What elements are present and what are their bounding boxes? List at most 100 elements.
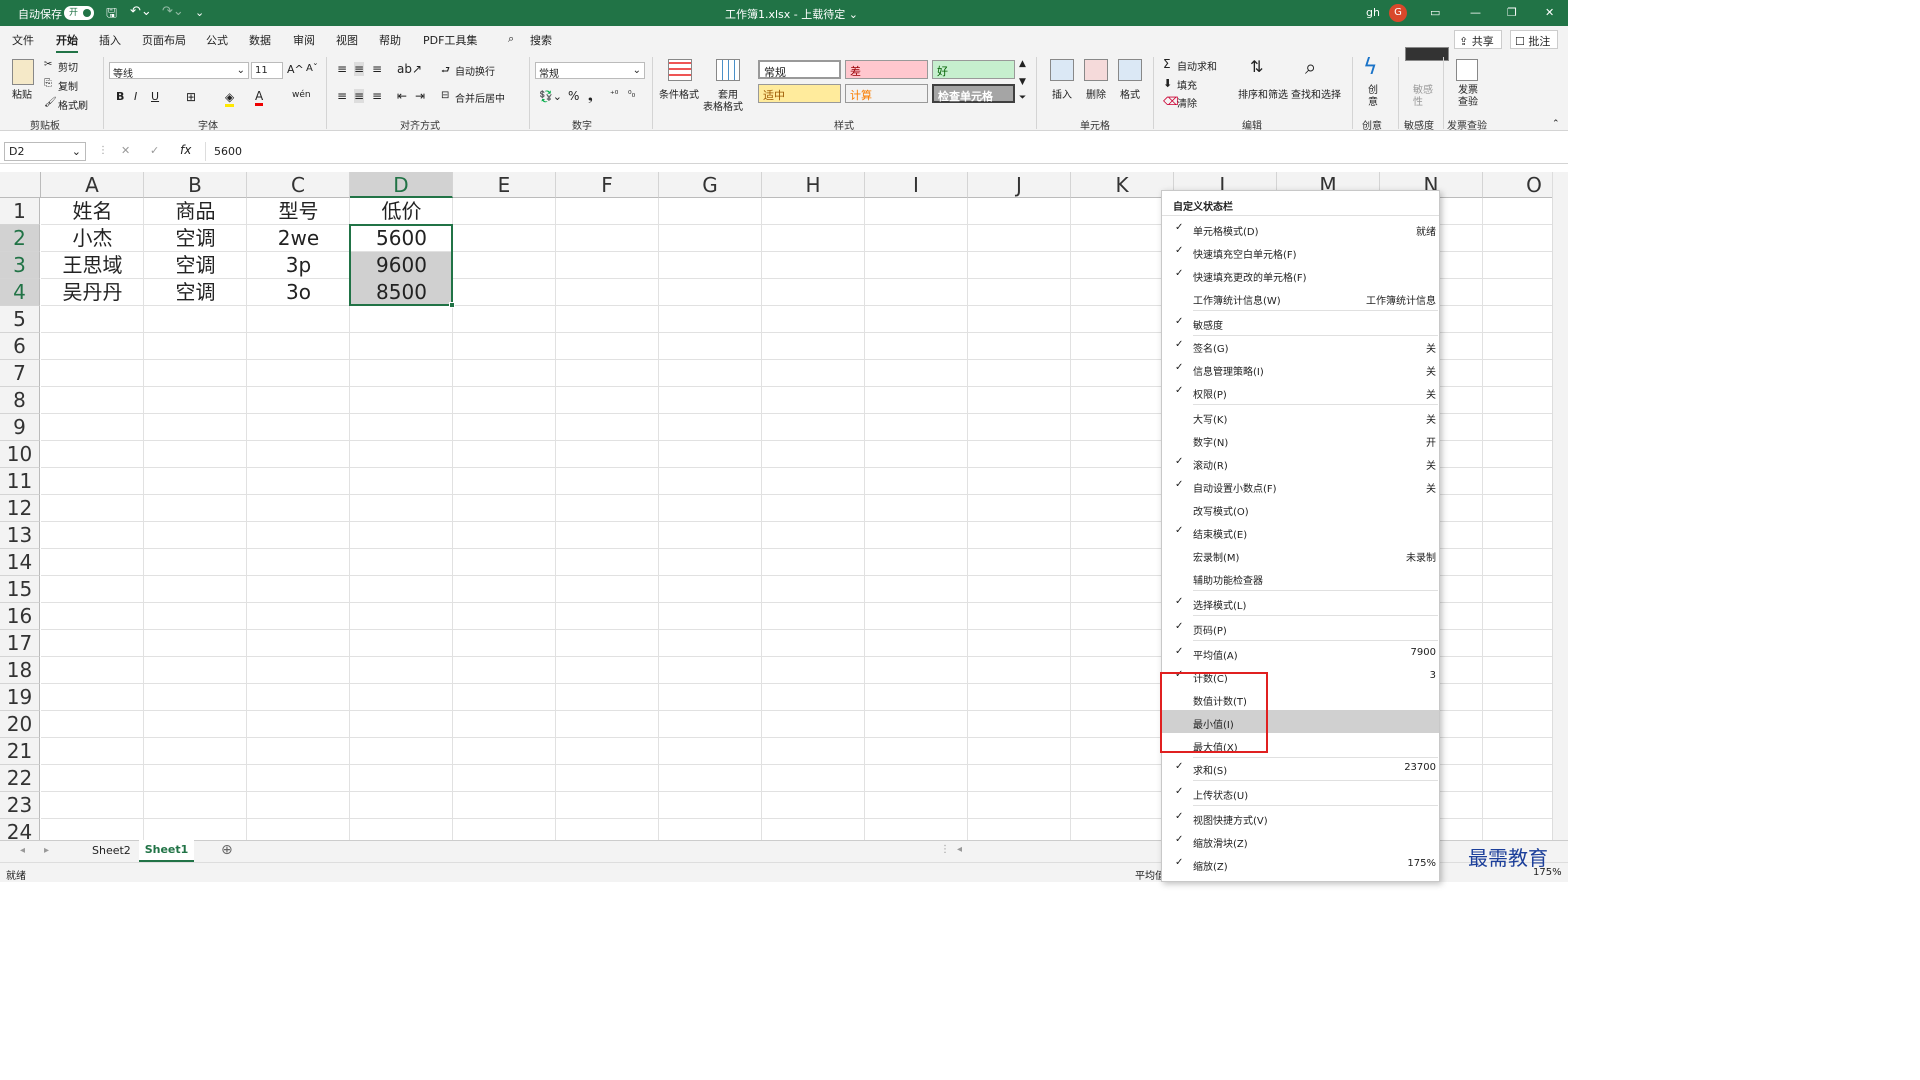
confirm-entry-icon[interactable]: ✓ — [150, 144, 159, 157]
menu-item-27[interactable]: ✓ 缩放滑块(Z) — [1162, 829, 1439, 852]
cell-b2[interactable]: 空调 — [144, 225, 247, 252]
tab-help[interactable]: 帮助 — [379, 32, 401, 48]
prev-sheet-icon[interactable]: ◂ — [20, 845, 25, 856]
user-name[interactable]: gh — [1366, 6, 1380, 19]
fill-button[interactable]: 填充 — [1177, 77, 1197, 92]
menu-item-28[interactable]: ✓ 缩放(Z) 175% — [1162, 852, 1439, 875]
split-handle-icon[interactable]: ⋮ — [940, 844, 950, 855]
formula-input[interactable]: 5600 — [205, 142, 1562, 161]
undo-icon[interactable]: ↶⌄ — [130, 4, 152, 19]
restore-icon[interactable]: ❐ — [1507, 6, 1517, 19]
row-header-9[interactable]: 9 — [0, 414, 40, 441]
increase-indent-icon[interactable]: ⇥ — [415, 89, 425, 103]
border-icon[interactable]: ⊞ — [186, 90, 196, 104]
underline-icon[interactable]: U — [151, 90, 159, 103]
delete-cells-button[interactable]: 删除 — [1086, 86, 1106, 101]
row-header-15[interactable]: 15 — [0, 576, 40, 603]
cell-b3[interactable]: 空调 — [144, 252, 247, 279]
row-header-21[interactable]: 21 — [0, 738, 40, 765]
cell-c3[interactable]: 3p — [247, 252, 350, 279]
row-header-8[interactable]: 8 — [0, 387, 40, 414]
font-color-icon[interactable]: A — [255, 89, 264, 106]
tab-pdf-tools[interactable]: PDF工具集 — [423, 32, 477, 48]
wrap-text-button[interactable]: 自动换行 — [455, 63, 495, 78]
currency-icon[interactable]: 💱⌄ — [539, 90, 562, 103]
cell-a3[interactable]: 王思域 — [41, 252, 144, 279]
align-center-icon[interactable]: ≡ — [354, 89, 365, 103]
cut-icon[interactable]: ✂ — [44, 59, 52, 70]
style-check-cell[interactable]: 检查单元格 — [932, 84, 1015, 103]
select-all-corner[interactable] — [0, 172, 41, 198]
invoice-check-icon[interactable] — [1456, 59, 1478, 81]
menu-item-10[interactable]: 数字(N) 开 — [1162, 428, 1439, 451]
menu-item-19[interactable]: ✓ 平均值(A) 7900 — [1162, 641, 1439, 664]
row-header-23[interactable]: 23 — [0, 792, 40, 819]
styles-scroll-down-icon[interactable]: ▼ — [1019, 77, 1026, 87]
tab-view[interactable]: 视图 — [336, 32, 358, 48]
row-header-22[interactable]: 22 — [0, 765, 40, 792]
align-top-icon[interactable]: ≡ — [337, 62, 347, 76]
merge-center-button[interactable]: 合并后居中 — [455, 90, 505, 105]
style-bad[interactable]: 差 — [845, 60, 928, 79]
autosum-button[interactable]: 自动求和 — [1177, 58, 1217, 73]
share-button[interactable]: ⇪ 共享 — [1454, 30, 1502, 49]
designer-button[interactable]: 创 意 — [1368, 85, 1378, 109]
menu-item-6[interactable]: ✓ 签名(G) 关 — [1162, 334, 1439, 357]
menu-item-25[interactable]: ✓ 上传状态(U) — [1162, 781, 1439, 804]
cell-c1[interactable]: 型号 — [247, 198, 350, 225]
format-as-table-icon[interactable] — [716, 59, 740, 81]
decrease-font-icon[interactable]: Aˇ — [306, 63, 318, 74]
cell-a2[interactable]: 小杰 — [41, 225, 144, 252]
sheet-tab-sheet1[interactable]: Sheet1 — [139, 840, 194, 862]
more-options-icon[interactable]: ⋮ — [98, 145, 108, 156]
menu-item-14[interactable]: ✓ 结束模式(E) — [1162, 520, 1439, 543]
menu-item-11[interactable]: ✓ 滚动(R) 关 — [1162, 451, 1439, 474]
autosum-icon[interactable]: Σ — [1163, 57, 1171, 71]
merge-center-icon[interactable]: ⊟ — [441, 90, 449, 101]
phonetic-icon[interactable]: wén — [292, 90, 311, 100]
column-header-g[interactable]: G — [659, 172, 762, 198]
cell-c2[interactable]: 2we — [247, 225, 350, 252]
format-painter-button[interactable]: 格式刷 — [58, 97, 88, 112]
bold-icon[interactable]: B — [116, 90, 124, 103]
cell-d1[interactable]: 低价 — [350, 198, 453, 225]
autosave-toggle[interactable]: 开 — [64, 6, 94, 20]
align-left-icon[interactable]: ≡ — [337, 89, 347, 103]
row-header-16[interactable]: 16 — [0, 603, 40, 630]
menu-item-16[interactable]: 辅助功能检查器 — [1162, 566, 1439, 589]
fill-color-icon[interactable]: ◈ — [225, 90, 235, 107]
sensitivity-button[interactable]: 敏感 性 — [1413, 85, 1433, 109]
tab-data[interactable]: 数据 — [249, 32, 271, 48]
cell-a1[interactable]: 姓名 — [41, 198, 144, 225]
cell-b4[interactable]: 空调 — [144, 279, 247, 306]
style-calculation[interactable]: 计算 — [845, 84, 928, 103]
comment-button[interactable]: ☐ 批注 — [1510, 30, 1558, 49]
tab-insert[interactable]: 插入 — [99, 32, 121, 48]
format-cells-button[interactable]: 格式 — [1120, 86, 1140, 101]
font-name-select[interactable]: 等线 ⌄ — [109, 62, 249, 79]
menu-item-17[interactable]: ✓ 选择模式(L) — [1162, 591, 1439, 614]
sort-filter-button[interactable]: 排序和筛选 — [1238, 86, 1288, 101]
insert-cells-button[interactable]: 插入 — [1052, 86, 1072, 101]
format-cells-icon[interactable] — [1118, 59, 1142, 81]
orientation-icon[interactable]: ab↗ — [397, 62, 422, 76]
align-middle-icon[interactable]: ≡ — [354, 62, 365, 76]
style-good[interactable]: 好 — [932, 60, 1015, 79]
sheet-tab-sheet2[interactable]: Sheet2 — [92, 844, 131, 857]
cell-c4[interactable]: 3o — [247, 279, 350, 306]
row-header-10[interactable]: 10 — [0, 441, 40, 468]
style-neutral[interactable]: 适中 — [758, 84, 841, 103]
invoice-check-button[interactable]: 发票 查验 — [1458, 85, 1478, 109]
tab-formulas[interactable]: 公式 — [206, 32, 228, 48]
menu-item-26[interactable]: ✓ 视图快捷方式(V) — [1162, 806, 1439, 829]
menu-item-12[interactable]: ✓ 自动设置小数点(F) 关 — [1162, 474, 1439, 497]
sort-filter-icon[interactable]: ⇅ — [1250, 57, 1263, 76]
insert-function-icon[interactable]: fx — [180, 143, 191, 157]
menu-item-8[interactable]: ✓ 权限(P) 关 — [1162, 380, 1439, 403]
styles-scroll-up-icon[interactable]: ▲ — [1019, 59, 1026, 69]
ribbon-display-icon[interactable]: ▭ — [1430, 6, 1440, 19]
collapse-ribbon-icon[interactable]: ⌃ — [1552, 119, 1560, 129]
row-header-17[interactable]: 17 — [0, 630, 40, 657]
row-header-5[interactable]: 5 — [0, 306, 40, 333]
increase-font-icon[interactable]: A^ — [287, 63, 304, 76]
